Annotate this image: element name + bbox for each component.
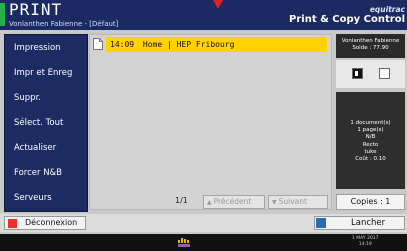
job-row[interactable]: 14:09 Home | HEP Fribourg <box>106 37 327 52</box>
summary-pages: 1 page(s) <box>357 127 384 134</box>
account-balance: Solde : 77.90 <box>352 45 389 51</box>
action-bar: Déconnexion Lancher <box>0 214 407 232</box>
summary-cost: Coût : 0.10 <box>355 156 386 163</box>
sidebar-item-impr-et-enreg[interactable]: Impr et Enreg <box>5 62 87 84</box>
brand-accent-bar <box>0 3 5 26</box>
app-header: PRINT Vonlanthen Fabienne - [Défaut] equ… <box>0 0 407 30</box>
account-panel: Vonlanthen Fabienne Solde : 77.90 <box>336 34 405 58</box>
summary-paper: tuke <box>364 148 377 155</box>
arrow-down-icon: ▼ <box>272 199 277 206</box>
brand-logo: equitrac Print & Copy Control <box>289 6 405 25</box>
sidebar-item-serveurs[interactable]: Serveurs <box>5 187 87 209</box>
sidebar-item-select-tout[interactable]: Sélect. Tout <box>5 112 87 134</box>
previous-page-button[interactable]: ▲ Précédent <box>203 195 265 209</box>
page-count: 1/1 <box>175 196 188 205</box>
summary-color: N/B <box>365 134 376 141</box>
launch-icon <box>316 218 326 228</box>
next-page-button[interactable]: ▼ Suivant <box>268 195 328 209</box>
document-icon <box>93 38 103 50</box>
job-list: 14:09 Home | HEP Fribourg <box>89 34 332 210</box>
device-logo-icon <box>178 238 190 247</box>
sidebar-menu: Impression Impr et Enreg Suppr. Sélect. … <box>4 34 88 212</box>
job-time: 14:09 <box>110 40 135 49</box>
next-label: Suivant <box>278 197 307 206</box>
launch-button[interactable]: Lancher <box>314 216 405 230</box>
copies-button[interactable]: Copies : 1 <box>336 194 405 210</box>
print-mode-toggles <box>336 60 405 88</box>
device-status-bar: 1 MAY 2017 14:19 <box>0 234 407 251</box>
logout-icon <box>8 219 17 228</box>
logout-label: Déconnexion <box>25 218 78 227</box>
pointer-arrow-icon <box>213 0 223 9</box>
sidebar-item-impression[interactable]: Impression <box>5 37 87 59</box>
user-subtitle: Vonlanthen Fabienne - [Défaut] <box>9 20 119 28</box>
toggle-icon[interactable] <box>379 68 390 79</box>
sidebar-item-forcer-nb[interactable]: Forcer N&B <box>5 162 87 184</box>
previous-label: Précédent <box>213 197 252 206</box>
launch-label: Lancher <box>351 218 386 228</box>
summary-sides: Recto <box>362 141 379 148</box>
summary-documents: 1 document(s) <box>350 120 391 126</box>
status-clock: 1 MAY 2017 14:19 <box>352 236 379 248</box>
sidebar-item-suppr[interactable]: Suppr. <box>5 87 87 109</box>
status-time: 14:19 <box>358 242 372 247</box>
account-name: Vonlanthen Fabienne <box>341 38 400 44</box>
job-summary-panel: 1 document(s) 1 page(s) N/B Recto tuke C… <box>336 92 405 189</box>
app-title: PRINT <box>9 0 63 19</box>
job-name: Home | HEP Fribourg <box>142 40 235 49</box>
logout-button[interactable]: Déconnexion <box>4 216 86 230</box>
toggle-icon[interactable] <box>352 68 363 79</box>
brand-name: equitrac <box>369 5 405 14</box>
arrow-up-icon: ▲ <box>207 199 212 206</box>
sidebar-item-actualiser[interactable]: Actualiser <box>5 137 87 159</box>
brand-tagline: Print & Copy Control <box>289 13 405 25</box>
